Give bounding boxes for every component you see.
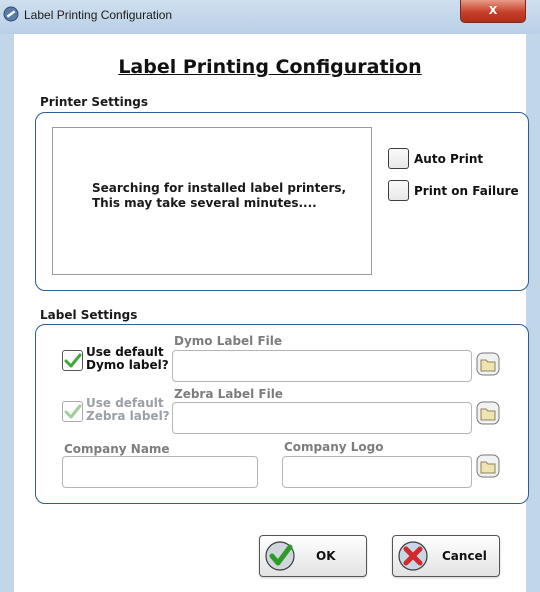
zebra-file-input[interactable] — [172, 402, 472, 434]
company-logo-label: Company Logo — [284, 440, 384, 454]
green-check-icon — [265, 541, 295, 571]
cancel-button-label: Cancel — [442, 549, 487, 563]
status-line-1: Searching for installed label printers, — [92, 181, 347, 195]
dymo-label-line-2: Dymo label? — [86, 358, 169, 372]
company-logo-input[interactable] — [282, 456, 472, 488]
label-settings-label: Label Settings — [40, 308, 138, 322]
window-frame-left — [0, 34, 14, 592]
company-name-label: Company Name — [64, 442, 170, 456]
red-x-icon — [398, 541, 428, 571]
no-entry-icon — [3, 6, 19, 22]
printer-search-status: Searching for installed label printers, … — [92, 181, 346, 211]
dymo-file-label: Dymo Label File — [174, 334, 283, 348]
printer-settings-label: Printer Settings — [40, 95, 148, 109]
print-on-failure-label: Print on Failure — [414, 184, 519, 198]
window-title: Label Printing Configuration — [24, 8, 173, 22]
use-default-dymo-label: Use default Dymo label? — [86, 346, 169, 372]
dymo-browse-folder-icon[interactable] — [476, 352, 500, 376]
zebra-label-line-2: Zebra label? — [86, 409, 170, 423]
close-button[interactable]: x — [460, 0, 526, 23]
auto-print-checkbox[interactable] — [388, 148, 409, 169]
ok-button[interactable]: OK — [259, 535, 367, 577]
status-line-2: This may take several minutes.... — [92, 196, 317, 210]
use-default-zebra-checkbox[interactable] — [62, 401, 83, 422]
cancel-button[interactable]: Cancel — [392, 535, 500, 577]
logo-browse-folder-icon[interactable] — [476, 454, 500, 478]
checkmark-icon — [64, 353, 82, 368]
zebra-file-label: Zebra Label File — [174, 387, 283, 401]
dymo-file-input[interactable] — [172, 350, 472, 382]
zebra-browse-folder-icon[interactable] — [476, 401, 500, 425]
checkmark-icon — [64, 404, 82, 419]
use-default-zebra-label: Use default Zebra label? — [86, 397, 170, 423]
company-name-input[interactable] — [62, 456, 258, 488]
form-heading: Label Printing Configuration — [118, 56, 422, 78]
use-default-dymo-checkbox[interactable] — [62, 350, 83, 371]
ok-button-label: OK — [316, 549, 336, 563]
auto-print-label: Auto Print — [414, 152, 484, 166]
print-on-failure-checkbox[interactable] — [388, 180, 409, 201]
